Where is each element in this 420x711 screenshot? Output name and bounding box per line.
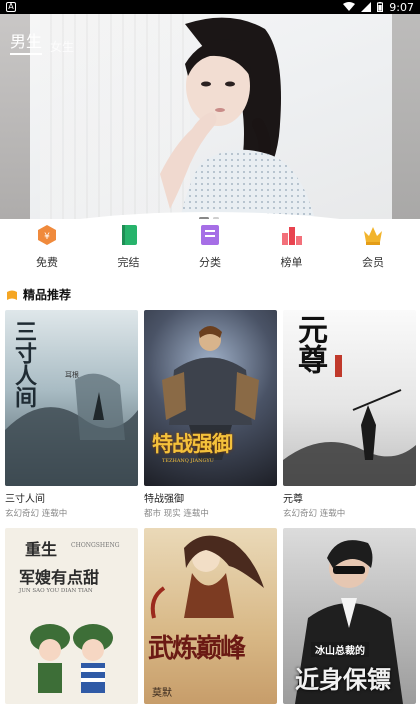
category-icon bbox=[199, 224, 221, 246]
book-meta: 玄幻奇幻 连载中 bbox=[283, 509, 346, 519]
free-icon: ¥ bbox=[36, 224, 58, 246]
section-header: 精品推荐 bbox=[6, 286, 71, 303]
app-page: A 9:07 男生 女生 ¥ 免费 完结 分类 榜单 会员 精品推荐 三寸人间 … bbox=[0, 0, 420, 711]
nav-label-ranking: 榜单 bbox=[280, 256, 303, 269]
book-icon bbox=[118, 224, 140, 246]
nav-item-ranking[interactable]: 榜单 bbox=[267, 224, 317, 278]
cover-author: 耳根 bbox=[65, 371, 79, 379]
book-cover: 三寸人间 耳根 bbox=[5, 310, 138, 486]
carousel-indicator bbox=[199, 217, 219, 219]
section-icon bbox=[7, 290, 17, 300]
book-card[interactable]: 三寸人间 耳根 三寸人间 玄幻奇幻 连载中 bbox=[5, 310, 138, 519]
book-cover: 冰山总裁的 近身保镖 bbox=[283, 528, 416, 704]
book-cover: 特战强御 TEZHANQ JIANGYU bbox=[144, 310, 277, 486]
cover-pinyin-2: JUN SAO YOU DIAN TIAN bbox=[19, 588, 93, 594]
svg-text:¥: ¥ bbox=[44, 232, 50, 242]
wifi-icon bbox=[343, 2, 356, 11]
nav-item-vip[interactable]: 会员 bbox=[348, 224, 398, 278]
nav-item-finished[interactable]: 完结 bbox=[104, 224, 154, 278]
nav-label-finished: 完结 bbox=[117, 256, 140, 269]
cover-title-2: 近身保镖 bbox=[295, 665, 391, 694]
cover-pinyin: CHONGSHENG bbox=[71, 542, 120, 549]
crown-icon bbox=[362, 224, 384, 246]
cover-title-2: 军嫂有点甜 bbox=[19, 568, 100, 587]
book-card[interactable]: 元尊 元尊 玄幻奇幻 连载中 bbox=[283, 310, 416, 519]
nav-label-category: 分类 bbox=[199, 256, 221, 269]
book-card[interactable]: 特战强御 TEZHANQ JIANGYU 特战强御 都市 现实 连载中 bbox=[144, 310, 277, 519]
cover-title-1: 重生 bbox=[25, 540, 58, 559]
book-cover: 元尊 bbox=[283, 310, 416, 486]
tab-male[interactable]: 男生 bbox=[10, 28, 43, 55]
section-title: 精品推荐 bbox=[23, 288, 72, 302]
nav-label-free: 免费 bbox=[36, 256, 58, 269]
gender-tabs: 男生 女生 bbox=[10, 28, 74, 55]
cover-subtitle: TEZHANQ JIANGYU bbox=[162, 458, 214, 464]
cover-title: 元尊 bbox=[292, 314, 327, 374]
ranking-icon bbox=[281, 224, 303, 246]
book-cover: 武炼巅峰 莫默 bbox=[144, 528, 277, 704]
notification-icon: A bbox=[6, 2, 16, 12]
nav-item-category[interactable]: 分类 bbox=[185, 224, 235, 278]
book-title: 元尊 bbox=[283, 494, 303, 505]
clock: 9:07 bbox=[389, 0, 414, 14]
battery-icon bbox=[377, 2, 384, 12]
tab-female[interactable]: 女生 bbox=[50, 38, 74, 55]
book-card[interactable]: 重生 CHONGSHENG 军嫂有点甜 JUN SAO YOU DIAN TIA… bbox=[5, 528, 138, 710]
cover-title: 武炼巅峰 bbox=[148, 634, 246, 664]
book-meta: 都市 现实 连载中 bbox=[144, 509, 209, 519]
category-nav: ¥ 免费 完结 分类 榜单 会员 bbox=[0, 224, 420, 278]
cover-title: 特战强御 bbox=[152, 431, 233, 456]
signal-icon bbox=[361, 2, 372, 12]
book-cover: 重生 CHONGSHENG 军嫂有点甜 JUN SAO YOU DIAN TIA… bbox=[5, 528, 138, 704]
nav-label-vip: 会员 bbox=[362, 256, 384, 269]
hero-banner[interactable]: 男生 女生 bbox=[0, 14, 420, 219]
carousel-dot-active bbox=[199, 217, 209, 219]
book-card[interactable]: 武炼巅峰 莫默 bbox=[144, 528, 277, 710]
cover-author: 莫默 bbox=[152, 688, 172, 699]
banner-image bbox=[160, 17, 315, 219]
status-bar: A 9:07 bbox=[0, 0, 420, 14]
book-meta: 玄幻奇幻 连载中 bbox=[5, 509, 68, 519]
cover-title: 三寸人间 bbox=[11, 320, 37, 408]
carousel-dot bbox=[213, 217, 219, 219]
nav-item-free[interactable]: ¥ 免费 bbox=[22, 224, 72, 278]
cover-title: 冰山总裁的 bbox=[311, 642, 369, 657]
book-title: 三寸人间 bbox=[5, 494, 45, 505]
book-title: 特战强御 bbox=[144, 494, 184, 505]
book-card[interactable]: 冰山总裁的 近身保镖 bbox=[283, 528, 416, 710]
